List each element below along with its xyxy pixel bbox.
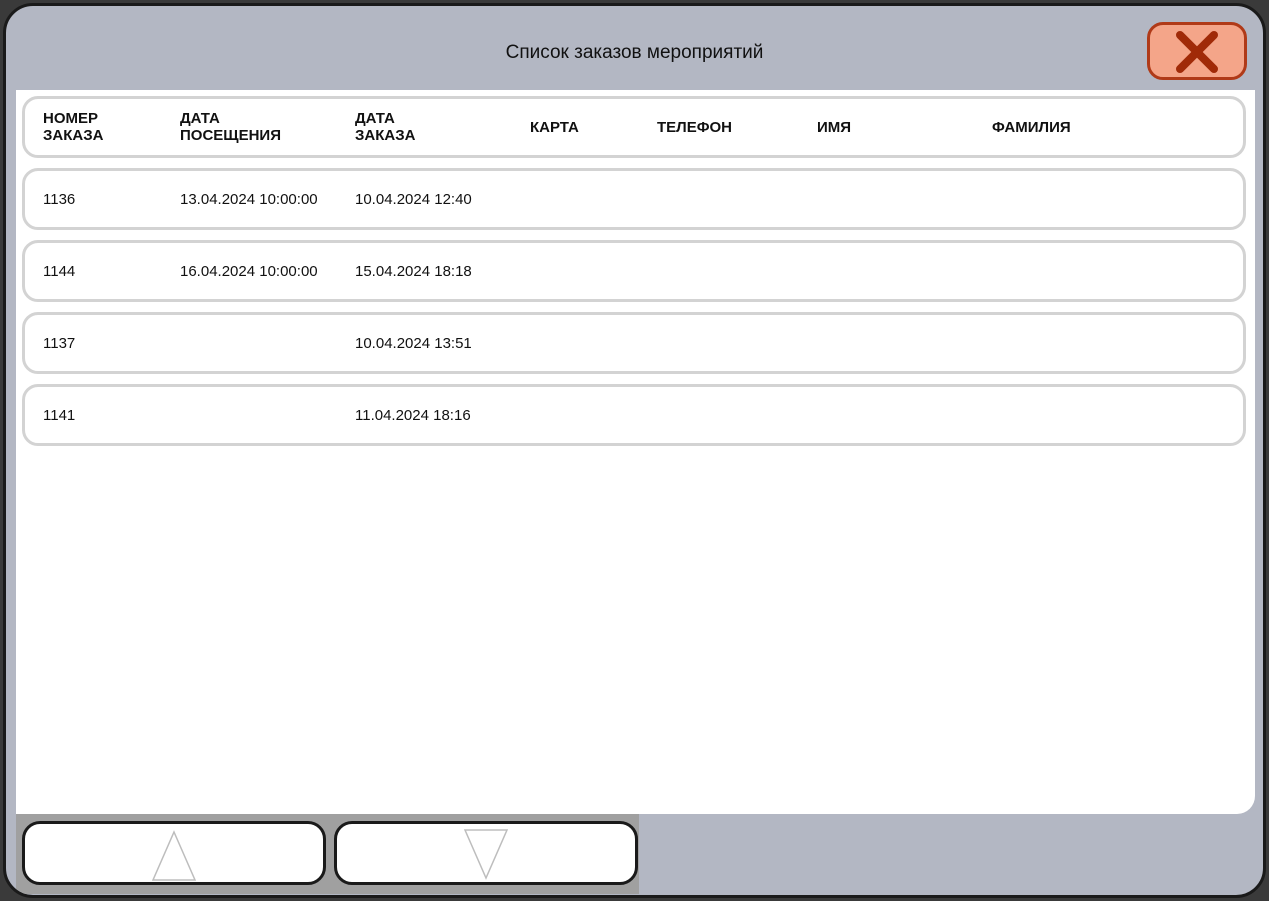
cell-first-name (817, 387, 987, 443)
table-header: НОМЕР ЗАКАЗА ДАТА ПОСЕЩЕНИЯ ДАТА ЗАКАЗА … (22, 96, 1246, 158)
column-header-card: КАРТА (530, 118, 579, 136)
close-x-icon (1176, 31, 1218, 73)
triangle-up-icon (151, 830, 197, 881)
cell-card (530, 171, 650, 227)
column-header-first-name: ИМЯ (817, 118, 852, 136)
scroll-controls (16, 814, 639, 894)
cell-order-number: 1144 (43, 262, 76, 280)
cell-first-name (817, 315, 987, 371)
orders-list: НОМЕР ЗАКАЗА ДАТА ПОСЕЩЕНИЯ ДАТА ЗАКАЗА … (16, 90, 1255, 814)
cell-visit-date: 16.04.2024 10:00:00 (180, 262, 318, 280)
column-header-order-number: НОМЕР ЗАКАЗА (43, 110, 104, 144)
cell-last-name (992, 387, 1232, 443)
cell-order-number: 1137 (43, 334, 76, 352)
cell-phone (657, 243, 807, 299)
cell-last-name (992, 315, 1232, 371)
cell-card (530, 387, 650, 443)
triangle-down-icon (463, 829, 509, 880)
dialog-title: Список заказов мероприятий (505, 42, 764, 63)
cell-first-name (817, 171, 987, 227)
column-header-last-name: ФАМИЛИЯ (992, 118, 1071, 136)
cell-order-date: 15.04.2024 18:18 (355, 262, 472, 280)
close-button[interactable] (1147, 22, 1247, 80)
cell-phone (657, 315, 807, 371)
cell-visit-date (180, 387, 348, 443)
orders-dialog: Список заказов мероприятий НОМЕР ЗАКАЗА … (3, 3, 1266, 898)
table-row[interactable]: 1137 10.04.2024 13:51 (22, 312, 1246, 374)
cell-last-name (992, 171, 1232, 227)
cell-order-number: 1136 (43, 190, 76, 208)
cell-phone (657, 387, 807, 443)
cell-first-name (817, 243, 987, 299)
cell-order-date: 10.04.2024 13:51 (355, 334, 472, 352)
column-header-phone: ТЕЛЕФОН (657, 118, 732, 136)
cell-visit-date (180, 315, 348, 371)
cell-card (530, 243, 650, 299)
table-row[interactable]: 1141 11.04.2024 18:16 (22, 384, 1246, 446)
column-header-visit-date: ДАТА ПОСЕЩЕНИЯ (180, 110, 281, 144)
cell-order-number: 1141 (43, 406, 76, 424)
cell-phone (657, 171, 807, 227)
column-header-order-date: ДАТА ЗАКАЗА (355, 110, 416, 144)
cell-card (530, 315, 650, 371)
cell-order-date: 10.04.2024 12:40 (355, 190, 472, 208)
table-row[interactable]: 1144 16.04.2024 10:00:00 15.04.2024 18:18 (22, 240, 1246, 302)
cell-visit-date: 13.04.2024 10:00:00 (180, 190, 318, 208)
scroll-up-button[interactable] (22, 821, 326, 885)
table-row[interactable]: 1136 13.04.2024 10:00:00 10.04.2024 12:40 (22, 168, 1246, 230)
scroll-down-button[interactable] (334, 821, 638, 885)
cell-last-name (992, 243, 1232, 299)
cell-order-date: 11.04.2024 18:16 (355, 406, 471, 424)
